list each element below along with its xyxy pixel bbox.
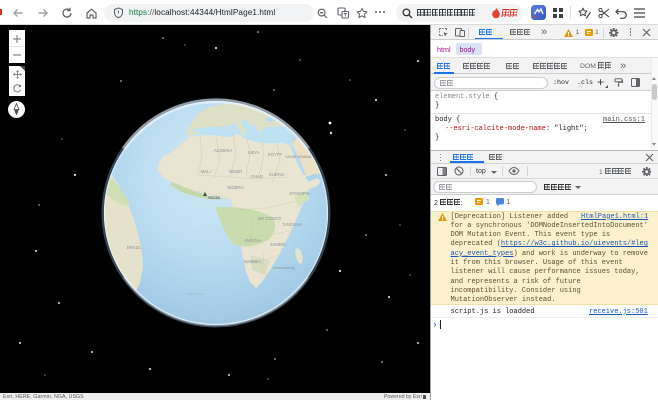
svg-text:NAMIBIA: NAMIBIA bbox=[244, 259, 261, 264]
svg-text:ANGOLA: ANGOLA bbox=[244, 238, 262, 243]
svg-text:SAUDI ARABIA: SAUDI ARABIA bbox=[285, 155, 312, 159]
svg-text:ZAMBIA: ZAMBIA bbox=[270, 242, 286, 247]
svg-text:TANZANIA: TANZANIA bbox=[282, 222, 303, 227]
svg-text:Walvis Bay: Walvis Bay bbox=[186, 292, 204, 296]
svg-text:MALI: MALI bbox=[201, 169, 211, 174]
svg-text:DR CONGO: DR CONGO bbox=[258, 216, 282, 221]
svg-text:BRAZIL: BRAZIL bbox=[127, 245, 142, 250]
svg-text:NIGER: NIGER bbox=[229, 169, 242, 174]
svg-text:Accra: Accra bbox=[208, 195, 220, 200]
svg-text:EGYPT: EGYPT bbox=[268, 152, 283, 157]
svg-text:ALGERIA: ALGERIA bbox=[214, 148, 232, 153]
svg-text:ETHIOPIA: ETHIOPIA bbox=[290, 191, 310, 196]
svg-text:SUDAN: SUDAN bbox=[269, 172, 284, 177]
svg-text:LIBYA: LIBYA bbox=[248, 150, 260, 155]
svg-text:Johannesburg: Johannesburg bbox=[272, 266, 295, 270]
svg-text:CHAD: CHAD bbox=[251, 174, 263, 179]
svg-text:NIGERIA: NIGERIA bbox=[227, 185, 244, 190]
